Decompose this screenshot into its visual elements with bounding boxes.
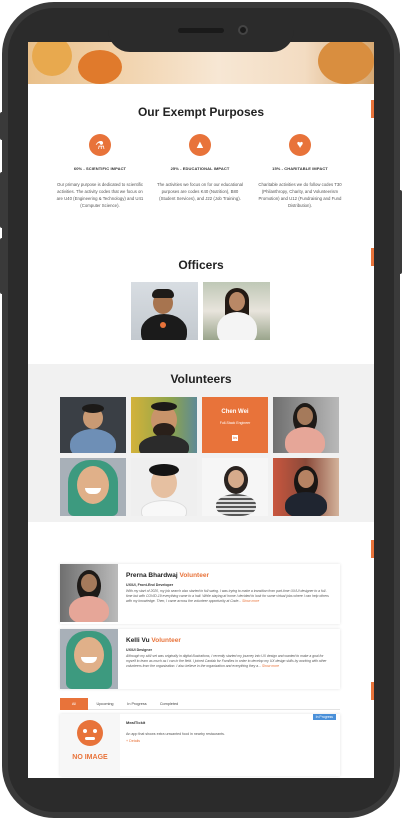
volunteer-card[interactable]: Kelli Vu Volunteer UX/UI Designer Althou…: [60, 629, 340, 689]
shirt-logo: [160, 322, 166, 328]
project-status-badge: In Progress: [312, 714, 336, 720]
volunteer-photo[interactable]: [273, 397, 339, 453]
person-head: [298, 470, 314, 488]
project-details-link[interactable]: + Details: [126, 739, 140, 743]
volunteer-bio: Although my skill set was originally in …: [126, 654, 327, 669]
person-head: [297, 407, 313, 425]
robot-eye: [93, 729, 97, 733]
person-hair: [152, 289, 174, 298]
purpose-charitable: ♥ 15% - CHARITABLE IMPACT Charitable act…: [254, 134, 346, 209]
flask-icon: ⚗: [89, 134, 111, 156]
volunteer-card-photo: [60, 564, 118, 622]
purpose-description: The activities we focus on for our educa…: [157, 182, 243, 201]
linkedin-icon[interactable]: in: [232, 435, 238, 441]
person-body: [216, 494, 256, 516]
person-hair: [82, 404, 104, 413]
purpose-scientific: ⚗ 60% - SCIENTIFIC IMPACT Our primary pu…: [54, 134, 146, 209]
volunteer-photo[interactable]: [131, 458, 197, 516]
robot-eye: [83, 729, 87, 733]
volunteer-highlight-name: Chen Wei: [221, 409, 249, 415]
project-name: MealTickit: [126, 720, 146, 725]
purpose-description: Charitable activities we do follow codes…: [258, 182, 342, 208]
phone-notch: [108, 18, 294, 52]
person-head: [74, 637, 104, 673]
project-image: NO IMAGE: [60, 714, 120, 776]
pumpkin-decoration: [32, 42, 72, 76]
graduation-cap-icon: ▲: [189, 134, 211, 156]
volunteer-photo[interactable]: [273, 458, 339, 516]
front-camera: [238, 25, 248, 35]
volunteer-card-photo: [60, 629, 118, 689]
purpose-title: 15% - CHARITABLE IMPACT: [272, 166, 328, 171]
robot-mouth: [85, 737, 95, 740]
volunteer-photo[interactable]: [131, 397, 197, 453]
person-body: [141, 500, 187, 516]
person-body: [285, 427, 325, 453]
person-head: [228, 470, 244, 488]
volunteer-card[interactable]: Prerna Bhardwaj Volunteer UX/UI, Front-E…: [60, 564, 340, 624]
officers-title: Officers: [178, 258, 224, 272]
person-hair: [149, 464, 179, 476]
person-head: [229, 292, 245, 311]
tab-upcoming[interactable]: Upcoming: [90, 698, 120, 710]
project-description: An app that shows extra unwanted food in…: [126, 732, 225, 736]
person-body: [70, 429, 116, 453]
volunteer-card-subtitle: UX/UI Designer: [126, 648, 152, 652]
tab-completed[interactable]: Completed: [154, 698, 184, 710]
power-button: [398, 190, 402, 274]
volunteer-photo[interactable]: [60, 397, 126, 453]
project-card[interactable]: NO IMAGE MealTickit In Progress An app t…: [60, 714, 340, 776]
volunteers-title: Volunteers: [170, 372, 232, 386]
purpose-title: 25% - EDUCATIONAL IMPACT: [170, 166, 230, 171]
project-tabs: All Upcoming In Progress Completed: [60, 698, 340, 710]
volunteer-name: Kelli Vu: [126, 637, 150, 644]
tab-all[interactable]: All: [60, 698, 88, 710]
volunteer-highlight-card[interactable]: Chen Wei Full-Stack Engineer in: [202, 397, 268, 453]
person-body: [217, 312, 257, 340]
pumpkin-decoration: [78, 50, 122, 84]
robot-icon: [77, 720, 103, 746]
screen: Our Exempt Purposes ⚗ 60% - SCIENTIFIC I…: [28, 42, 374, 778]
scroll-marker: [371, 682, 374, 700]
project-image-text: NO IMAGE: [72, 754, 108, 761]
volume-up-button: [0, 172, 4, 228]
purposes-title: Our Exempt Purposes: [137, 105, 265, 119]
show-more-link[interactable]: Show more: [242, 599, 259, 603]
volunteer-card-description: With my start of 2020, my job search als…: [126, 589, 332, 605]
scroll-marker: [371, 540, 374, 558]
purpose-educational: ▲ 25% - EDUCATIONAL IMPACT The activitie…: [154, 134, 246, 202]
person-body: [69, 596, 109, 622]
volunteer-highlight-role: Full-Stack Engineer: [219, 421, 251, 425]
volunteer-photo[interactable]: [60, 458, 126, 516]
person-hair: [151, 402, 177, 411]
volunteer-role: Volunteer: [179, 572, 209, 579]
volunteer-bio: With my start of 2020, my job search als…: [126, 589, 329, 604]
person-body: [285, 492, 327, 516]
volunteer-photo[interactable]: [202, 458, 268, 516]
person-body: [139, 435, 189, 453]
pumpkin-decoration: [318, 42, 374, 84]
purpose-description: Our primary purpose is dedicated to scie…: [56, 182, 144, 208]
volunteer-name: Prerna Bhardwaj: [126, 572, 178, 579]
show-more-link[interactable]: Show more: [262, 664, 279, 668]
volunteer-role: Volunteer: [151, 637, 181, 644]
volunteer-card-name: Kelli Vu Volunteer: [126, 637, 181, 644]
speaker-grille: [178, 28, 224, 33]
person-head: [77, 466, 109, 504]
volume-down-button: [0, 238, 4, 294]
volunteer-card-description: Although my skill set was originally in …: [126, 654, 332, 670]
volunteer-card-name: Prerna Bhardwaj Volunteer: [126, 572, 209, 579]
tab-in-progress[interactable]: In Progress: [122, 698, 152, 710]
officer-photo[interactable]: [131, 282, 198, 340]
volunteer-card-subtitle: UX/UI, Front-End Developer: [126, 583, 174, 587]
purpose-title: 60% - SCIENTIFIC IMPACT: [73, 166, 127, 171]
officer-photo[interactable]: [203, 282, 270, 340]
person-head: [81, 574, 97, 592]
heart-icon: ♥: [289, 134, 311, 156]
mute-switch: [0, 112, 4, 140]
